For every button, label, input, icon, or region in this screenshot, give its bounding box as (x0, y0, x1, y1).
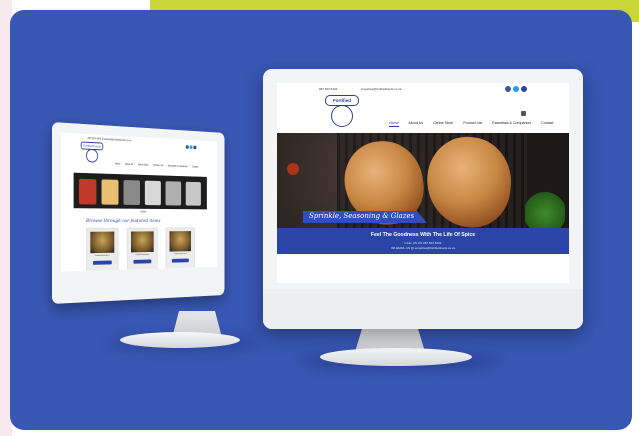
product-button[interactable] (133, 259, 152, 264)
left-monitor-screen: 087 813 5404 enquiries@fortifiedfoods.co… (61, 132, 218, 272)
carousel-dots[interactable] (139, 210, 147, 213)
left-monitor-bezel: 087 813 5404 enquiries@fortifiedfoods.co… (52, 122, 225, 304)
product-jar-image (165, 181, 182, 206)
product-card[interactable]: Fortified Foods Spice (126, 227, 158, 272)
left-nav-item[interactable]: Product List (153, 164, 163, 167)
nav-item-online-store[interactable]: Online Store (433, 121, 453, 125)
right-monitor-base (320, 348, 472, 366)
left-nav-item[interactable]: Essentials & Companies (168, 165, 188, 169)
product-jar-image (78, 178, 97, 205)
left-nav-item[interactable]: Online Store (138, 163, 149, 166)
site-topbar: 087 813 5404 enquiries@fortifiedfoods.co… (277, 83, 569, 95)
right-monitor-chin (263, 289, 583, 329)
herbs-image (525, 191, 565, 228)
left-site-logo[interactable]: Fortified Foods (80, 141, 104, 165)
call-line[interactable]: CALL US ON 087 813 5404 (277, 241, 569, 245)
product-card[interactable]: Fortified Foods Spice (85, 227, 119, 272)
logo-emblem-icon (85, 148, 99, 163)
nav-item-essentials[interactable]: Essentials & Companies (492, 121, 531, 125)
main-nav: Home About Us Online Store Product List … (389, 121, 554, 127)
tomato-image (287, 163, 299, 175)
email-line[interactable]: OR EMAIL US @ enquiries@fortifiedfoods.c… (277, 246, 569, 250)
right-monitor-screen: 087 813 5404 enquiries@fortifiedfoods.co… (277, 83, 569, 283)
headline: Feel The Goodness With The Life Of Spice (370, 232, 476, 238)
product-label: Fortified Foods Spice (95, 254, 110, 258)
nav-item-about[interactable]: About Us (408, 121, 423, 125)
contact-band: Feel The Goodness With The Life Of Spice… (277, 228, 569, 254)
product-jar-image (185, 181, 201, 206)
right-monitor: 087 813 5404 enquiries@fortifiedfoods.co… (263, 69, 583, 329)
topbar-email[interactable]: enquiries@fortifiedfoods.co.za (361, 87, 401, 91)
nav-item-contact[interactable]: Contact (541, 121, 553, 125)
twitter-icon[interactable] (513, 86, 519, 92)
product-label: Fortified Foods Spice (173, 253, 187, 256)
left-monitor: 087 813 5404 enquiries@fortifiedfoods.co… (52, 122, 230, 322)
instagram-icon[interactable] (521, 86, 527, 92)
topbar-phone[interactable]: 087 813 5404 (319, 87, 337, 91)
hero-tagline: Sprinkle, Seasoning & Glazes (309, 212, 415, 220)
logo-emblem-icon (331, 105, 353, 127)
twitter-icon[interactable] (189, 145, 193, 150)
left-nav-item[interactable]: About Us (125, 163, 133, 166)
left-monitor-base (120, 332, 240, 348)
product-button[interactable] (171, 258, 189, 263)
product-image (90, 231, 115, 254)
nav-item-product-list[interactable]: Product List (463, 121, 482, 125)
product-jar-image (123, 180, 140, 206)
hero-tagline-banner: Sprinkle, Seasoning & Glazes (303, 211, 427, 223)
product-image (130, 231, 154, 253)
featured-heading: Browse through our featured items (85, 218, 161, 224)
site-logo[interactable]: Fortified Foods (323, 95, 359, 133)
product-jar-image (101, 179, 119, 205)
product-card[interactable]: Fortified Foods Spice (165, 227, 195, 271)
nav-item-home[interactable]: Home (389, 121, 399, 127)
facebook-icon[interactable] (185, 145, 189, 149)
product-button[interactable] (92, 260, 112, 265)
product-jar-image (144, 180, 161, 206)
left-nav-item[interactable]: Contact (192, 166, 198, 169)
left-nav: Home About Us Online Store Product List … (115, 162, 198, 168)
left-product-banner[interactable] (73, 172, 207, 210)
product-label: Fortified Foods Spice (135, 253, 150, 257)
instagram-icon[interactable] (193, 145, 197, 150)
facebook-icon[interactable] (505, 86, 511, 92)
product-image (169, 231, 192, 252)
left-nav-item[interactable]: Home (115, 162, 120, 165)
cart-icon[interactable] (521, 111, 526, 116)
